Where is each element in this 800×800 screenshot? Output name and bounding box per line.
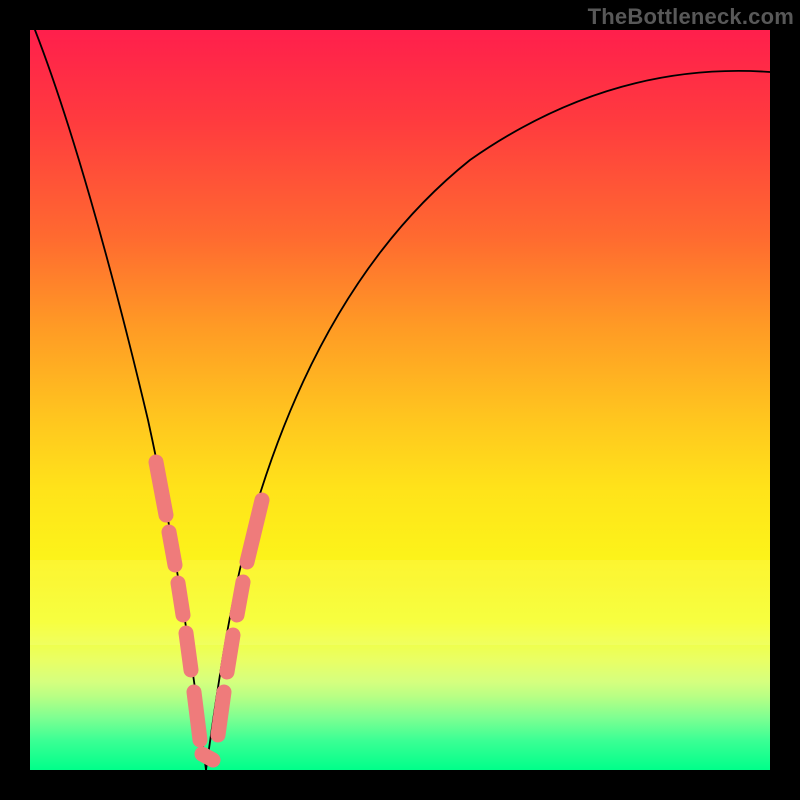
highlight-segment-group: [156, 462, 262, 760]
chart-frame: TheBottleneck.com: [0, 0, 800, 800]
watermark-text: TheBottleneck.com: [588, 4, 794, 30]
bottleneck-curve: [35, 30, 770, 770]
highlight-segment: [227, 635, 233, 672]
highlight-segment: [186, 633, 191, 670]
highlight-segment: [178, 583, 183, 615]
highlight-segment: [169, 532, 175, 565]
chart-svg: [30, 30, 770, 770]
highlight-segment: [194, 692, 200, 740]
highlight-segment: [156, 462, 166, 515]
highlight-segment: [247, 500, 262, 562]
highlight-segment: [237, 582, 243, 615]
highlight-segment: [218, 692, 224, 735]
highlight-segment: [202, 754, 213, 760]
